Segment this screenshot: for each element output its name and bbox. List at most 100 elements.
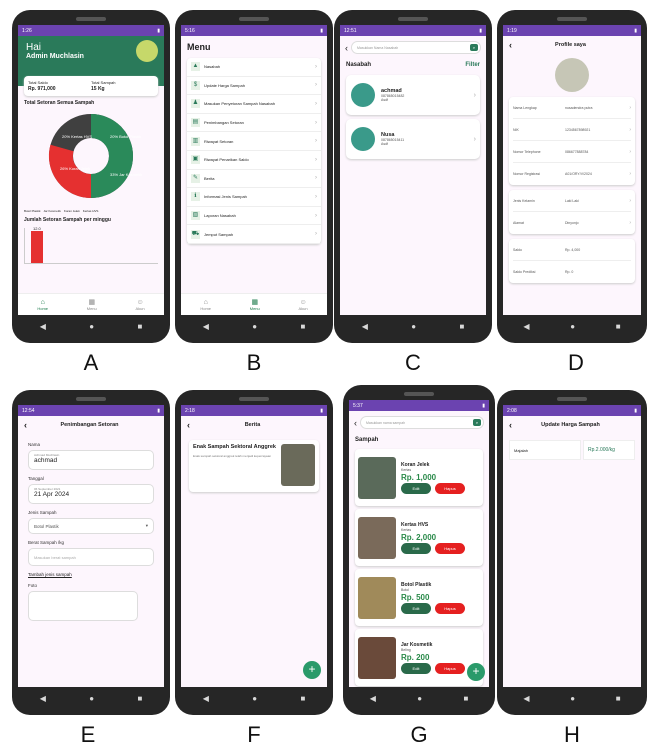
back-nav-icon[interactable]: ◀	[523, 695, 529, 703]
profile-row[interactable]: Alamat Dinyonjo ›	[513, 212, 631, 234]
news-card[interactable]: Enak Sampah Sektoral Anggrek Enak sampah …	[189, 440, 319, 492]
back-arrow-icon[interactable]: ‹	[187, 420, 190, 430]
menu-item[interactable]: ▥ Riwayat Setoran ›	[187, 132, 321, 151]
menu-item[interactable]: ♟ Masukan Penyetoran Sampah Nasabah ›	[187, 95, 321, 114]
avatar[interactable]	[136, 40, 158, 62]
recents-nav-icon[interactable]: ■	[137, 695, 142, 703]
tanggal-field[interactable]: 06 September 2021 21 Apr 2024	[28, 484, 154, 504]
hapus-button[interactable]: Hapus	[435, 662, 465, 674]
hapus-button[interactable]: Hapus	[435, 542, 465, 554]
profile-row[interactable]: Nama Lengkap nusadendra putra ›	[513, 97, 631, 119]
title-bar: ‹ Update Harga Sampah	[503, 416, 641, 434]
back-nav-icon[interactable]: ◀	[370, 695, 376, 703]
search-input[interactable]: Masukkan nama sampah ⌕	[360, 416, 484, 429]
menu-item[interactable]: ▧ Laporan Nasabah ›	[187, 207, 321, 226]
news-title: Enak Sampah Sektoral Anggrek	[193, 444, 276, 450]
back-arrow-icon[interactable]: ‹	[509, 40, 512, 50]
edit-button[interactable]: Edit	[401, 542, 431, 554]
sampah-card[interactable]: Jar Kosmetik Beling Rp. 200 Edit Hapus	[355, 629, 483, 686]
back-nav-icon[interactable]: ◀	[203, 695, 209, 703]
search-icon[interactable]: ⌕	[470, 44, 478, 51]
back-arrow-icon[interactable]: ‹	[24, 420, 27, 430]
menu-label: Laporan Nasabah	[204, 213, 236, 219]
list-header: Nasabah Filter	[340, 59, 486, 71]
edit-button[interactable]: Edit	[401, 662, 431, 674]
harga-row[interactable]: Majalah Rp.2.000/kg	[509, 440, 635, 460]
nav-menu[interactable]: ▦ Menu	[250, 298, 260, 311]
system-nav: ◀ ● ■	[181, 691, 327, 707]
nasabah-card[interactable]: achmad 087865015482 Asdf ›	[346, 75, 480, 115]
back-arrow-icon[interactable]: ‹	[345, 43, 348, 53]
chevron-right-icon: ›	[629, 148, 631, 155]
harga-input[interactable]: Rp.2.000/kg	[583, 440, 635, 460]
nav-home[interactable]: ⌂ Home	[200, 299, 211, 311]
sampah-card[interactable]: Kertas HVS Kertas Rp. 2,000 Edit Hapus	[355, 509, 483, 566]
nav-home[interactable]: ⌂ Home	[37, 299, 48, 311]
menu-item[interactable]: ⛟ Jemput Sampah ›	[187, 225, 321, 244]
back-nav-icon[interactable]: ◀	[40, 695, 46, 703]
home-nav-icon[interactable]: ●	[89, 695, 94, 703]
nav-akun[interactable]: ☺ Akun	[135, 299, 144, 311]
recents-nav-icon[interactable]: ■	[137, 323, 142, 331]
system-nav: ◀ ● ■	[349, 691, 489, 707]
home-nav-icon[interactable]: ●	[417, 695, 422, 703]
search-input[interactable]: Masukkan Nama Nasabah ⌕	[351, 41, 481, 54]
nama-field[interactable]: Achmad Muchlasin achmad	[28, 450, 154, 470]
back-nav-icon[interactable]: ◀	[40, 323, 46, 331]
nama-label: Nama	[28, 442, 41, 447]
hapus-button[interactable]: Hapus	[435, 602, 465, 614]
menu-item[interactable]: ▲ Nasabah ›	[187, 58, 321, 77]
profile-row[interactable]: NIK 1234567898921 ›	[513, 119, 631, 141]
home-nav-icon[interactable]: ●	[570, 323, 575, 331]
back-arrow-icon[interactable]: ‹	[354, 418, 357, 428]
menu-item[interactable]: ▤ Penimbangan Setoran ›	[187, 114, 321, 133]
berat-input[interactable]: Masukan berat sampah	[28, 548, 154, 566]
sampah-card[interactable]: Botol Plastik Botol Rp. 500 Edit Hapus	[355, 569, 483, 626]
back-nav-icon[interactable]: ◀	[523, 323, 529, 331]
battery-icon: ▮	[157, 407, 160, 414]
home-nav-icon[interactable]: ●	[252, 695, 257, 703]
nav-akun[interactable]: ☺ Akun	[298, 299, 307, 311]
home-nav-icon[interactable]: ●	[89, 323, 94, 331]
recents-nav-icon[interactable]: ■	[300, 695, 305, 703]
edit-button[interactable]: Edit	[401, 602, 431, 614]
home-nav-icon[interactable]: ●	[411, 323, 416, 331]
add-berita-button[interactable]: +	[303, 661, 321, 679]
home-nav-icon[interactable]: ●	[252, 323, 257, 331]
recents-nav-icon[interactable]: ■	[459, 323, 464, 331]
back-nav-icon[interactable]: ◀	[203, 323, 209, 331]
menu-item[interactable]: ▣ Riwayat Penarikan Saldo ›	[187, 151, 321, 170]
profile-row: Saldo Rp. 4,000	[513, 239, 631, 261]
row-value: A01/ORY/V/2024	[565, 172, 592, 176]
back-arrow-icon[interactable]: ‹	[509, 420, 512, 430]
filter-button[interactable]: Filter	[465, 62, 480, 68]
label-h: H	[564, 722, 580, 747]
nasabah-card[interactable]: Nusa 087865015411 Asdf ›	[346, 119, 480, 159]
status-time: 12:54	[22, 407, 35, 414]
menu-item[interactable]: $ Update Harga Sampah ›	[187, 77, 321, 96]
recents-nav-icon[interactable]: ■	[616, 323, 621, 331]
hapus-button[interactable]: Hapus	[435, 482, 465, 494]
jenis-select[interactable]: Botol Plastik ▾	[28, 518, 154, 534]
menu-item[interactable]: ℹ Informasi Jenis Sampah ›	[187, 188, 321, 207]
profile-row[interactable]: Nomor Telephone 086677888784 ›	[513, 141, 631, 163]
search-icon[interactable]: ⌕	[473, 419, 481, 426]
back-nav-icon[interactable]: ◀	[362, 323, 368, 331]
recents-nav-icon[interactable]: ■	[300, 323, 305, 331]
home-nav-icon[interactable]: ●	[570, 695, 575, 703]
profile-photo[interactable]	[555, 58, 589, 92]
edit-button[interactable]: Edit	[401, 482, 431, 494]
add-sampah-button[interactable]: +	[467, 663, 485, 681]
nav-menu[interactable]: ▦ Menu	[87, 298, 97, 311]
photo-upload[interactable]	[28, 591, 138, 621]
recents-nav-icon[interactable]: ■	[616, 695, 621, 703]
tambah-jenis-link[interactable]: Tambah jenis sampah	[28, 572, 154, 577]
sampah-category: Botol	[401, 587, 409, 592]
chevron-right-icon: ›	[315, 156, 317, 163]
recents-nav-icon[interactable]: ■	[463, 695, 468, 703]
profile-row[interactable]: Nomor Registrasi A01/ORY/V/2024 ›	[513, 163, 631, 185]
screen-update-harga: 2:08 ▮ ‹ Update Harga Sampah Majalah Rp.2.…	[503, 405, 641, 687]
menu-item[interactable]: ✎ Berita ›	[187, 170, 321, 189]
profile-row[interactable]: Jenis Kelamin Laki Laki ›	[513, 190, 631, 212]
sampah-card[interactable]: Koran Jelek Kertas Rp. 1,000 Edit Hapus	[355, 449, 483, 506]
